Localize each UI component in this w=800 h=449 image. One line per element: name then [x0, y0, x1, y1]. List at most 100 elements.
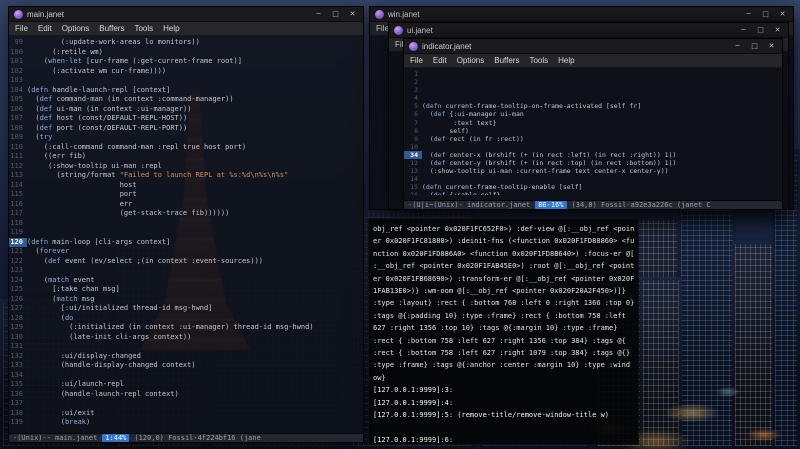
code-line: 135 :ui/launch-repl	[9, 380, 363, 390]
line-number: 127	[10, 304, 23, 312]
menu-item-file[interactable]: File	[376, 24, 389, 33]
line-number: 136	[10, 389, 23, 398]
code-line: 104 (defn handle-launch-repl [context]	[9, 86, 363, 96]
line-number: 2	[414, 78, 418, 87]
minimize-button[interactable]: ─	[738, 26, 749, 34]
code-text: [:take chan msg]	[27, 285, 120, 293]
code-line: 127 [:ui/initialized thread-id msg-hwnd]	[9, 304, 363, 314]
menu-item-options[interactable]: Options	[457, 56, 485, 65]
code-line: 110 (:call-command command-man :repl tru…	[9, 143, 363, 153]
line-number: 129	[10, 323, 23, 331]
code-text: (def center-y (brshift (+ (in rect :top)…	[422, 159, 677, 168]
code-text: (defn current-frame-tooltip-enable [self…	[422, 183, 583, 192]
menu-item-help[interactable]: Help	[163, 24, 179, 33]
window-controls: ─ □ ✕	[313, 10, 358, 18]
titlebar[interactable]: main.janet ─ □ ✕	[9, 7, 363, 22]
maximize-button[interactable]: □	[760, 10, 771, 18]
maximize-button[interactable]: □	[330, 10, 341, 18]
code-line: 4	[404, 94, 782, 102]
code-text: (defn current-frame-tooltip-on-frame-act…	[422, 102, 642, 111]
minimize-button[interactable]: ─	[313, 10, 324, 18]
code-line: 119	[9, 228, 363, 238]
code-text: ((err fib)	[27, 152, 87, 160]
line-number: 135	[10, 380, 23, 388]
menu-item-file[interactable]: File	[15, 24, 28, 33]
maximize-button[interactable]: □	[755, 26, 766, 34]
titlebar[interactable]: indicator.janet ─ □ ✕	[404, 39, 782, 54]
code-buffer[interactable]: 99 (:update-work-areas lo monitors)) 100 …	[9, 37, 363, 427]
code-line: 108 (def port (const/DEFAULT-REPL-PORT))	[9, 124, 363, 134]
line-number: 10	[410, 142, 418, 151]
code-line: 126 (match msg	[9, 295, 363, 305]
titlebar[interactable]: win.janet ─ □ ✕	[370, 7, 793, 22]
close-button[interactable]: ✕	[772, 26, 783, 34]
code-line: 99 (:update-work-areas lo monitors))	[9, 38, 363, 48]
menu-item-edit[interactable]: Edit	[433, 56, 447, 65]
code-text: host	[27, 180, 137, 189]
maximize-button[interactable]: □	[749, 42, 760, 50]
line-number: 104	[10, 85, 23, 94]
minimize-button[interactable]: ─	[743, 10, 754, 18]
close-button[interactable]: ✕	[347, 10, 358, 18]
terminal-line: :rect { :bottom 758 :left 627 :right 107…	[373, 349, 631, 358]
code-buffer[interactable]: 1 2 3 4 5 (defn current-frame-tooltip-on-…	[404, 69, 782, 195]
menu-item-options[interactable]: Options	[62, 24, 90, 33]
window-title: main.janet	[27, 9, 64, 19]
code-line: 124 (match event	[9, 276, 363, 286]
code-line: 8 self)	[404, 127, 782, 135]
code-text: (late-init cli-args context))	[27, 332, 192, 341]
terminal-line: [127.0.0.1:9999]:3:	[373, 386, 454, 395]
titlebar[interactable]: ui.janet ─ □ ✕	[389, 23, 788, 38]
terminal-line: 627 :right 1356 :top 10} :tags @{:margin…	[373, 324, 618, 333]
line-number: 117	[10, 209, 23, 217]
code-line: 103	[9, 76, 363, 86]
repl-terminal[interactable]: obj_ref <pointer 0x020F1FC652F0>) :def-v…	[368, 218, 639, 445]
menu-item-buffers[interactable]: Buffers	[99, 24, 124, 33]
minimize-button[interactable]: ─	[732, 42, 743, 50]
code-line: 10	[404, 143, 782, 151]
modeline-position-badge: 1:44%	[102, 434, 130, 442]
menu-bar: File Edit Options Buffers Tools Help	[404, 54, 782, 68]
modeline-buffer-info: -(U|i~(Unix)- indicator.janet	[408, 201, 531, 209]
line-number: 116	[10, 199, 23, 208]
code-line: 12 (def center-y (brshift (+ (in rect :t…	[404, 159, 782, 167]
line-number: 133	[10, 361, 23, 369]
code-line: 139 (break)	[9, 418, 363, 427]
window-indicator-janet: indicator.janet ─ □ ✕ File Edit Options Buf…	[403, 38, 783, 210]
menu-item-file[interactable]: File	[410, 56, 423, 65]
line-number: 120	[9, 237, 27, 247]
code-line: 133 (handle-display-changed context)	[9, 361, 363, 371]
code-text: (def command-man (in context :command-ma…	[27, 95, 234, 103]
code-text: (match msg	[27, 294, 95, 303]
line-number: 124	[10, 275, 23, 284]
code-line: 134	[9, 371, 363, 381]
code-line: 137	[9, 399, 363, 409]
code-text: (:activate wm cur-frame))))	[27, 66, 167, 75]
code-text: (when-let [cur-frame (:get-current-frame…	[27, 57, 242, 65]
line-number: 107	[10, 114, 23, 122]
code-text: (def host (const/DEFAULT-REPL-HOST))	[27, 114, 188, 122]
menu-item-buffers[interactable]: Buffers	[494, 56, 519, 65]
menu-item-help[interactable]: Help	[558, 56, 574, 65]
code-line: 9 (def rect (in fr :rect))	[404, 135, 782, 143]
code-line: 116 err	[9, 200, 363, 210]
close-button[interactable]: ✕	[777, 10, 788, 18]
code-text: (get-stack-trace fib))))))	[27, 209, 230, 217]
code-text: self)	[422, 126, 469, 135]
line-number: 109	[10, 133, 23, 141]
terminal-line: er 0x020F1FB68690>) :transform-er @[:__o…	[373, 274, 634, 283]
close-button[interactable]: ✕	[766, 42, 777, 50]
menu-item-tools[interactable]: Tools	[529, 56, 548, 65]
menu-item-edit[interactable]: Edit	[38, 24, 52, 33]
line-number: 34	[404, 150, 422, 160]
menu-item-tools[interactable]: Tools	[134, 24, 153, 33]
window-controls: ─ □ ✕	[738, 26, 783, 34]
line-number: 3	[414, 86, 418, 95]
code-line: 128 (do	[9, 314, 363, 324]
code-line: 5 (defn current-frame-tooltip-on-frame-ac…	[404, 102, 782, 110]
code-text: (break)	[27, 418, 91, 426]
